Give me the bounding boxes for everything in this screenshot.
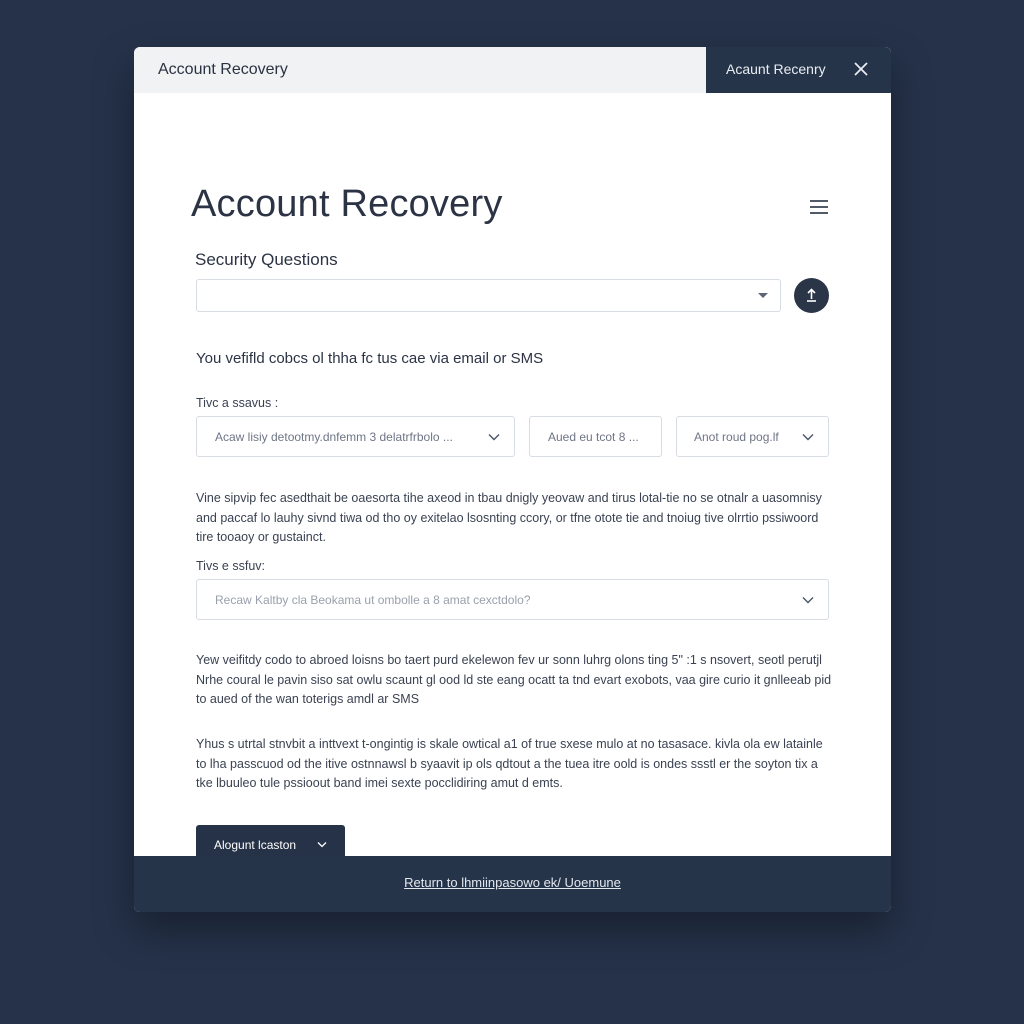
title-bar: Account Recovery Acaunt Recenry xyxy=(134,47,891,93)
verification-lead-text: You vefifld cobcs ol thha fc tus cae via… xyxy=(196,350,544,367)
secondary-question-label: Tivs e ssfuv: xyxy=(196,559,265,573)
security-questions-label: Security Questions xyxy=(195,250,338,269)
close-icon[interactable] xyxy=(851,59,871,79)
page-title: Account Recovery xyxy=(191,183,503,225)
chevron-down-icon xyxy=(317,842,327,848)
instructions-paragraph-2: Yew veifitdy codo to abroed loisns bo ta… xyxy=(196,653,832,706)
chevron-down-icon xyxy=(802,433,814,440)
secondary-question-select[interactable]: Recaw Kaltby cla Beokama ut ombolle a 8 … xyxy=(196,579,829,620)
recovery-method-value: Acaw lisiy detootmy.dnfemm 3 delatrfrbol… xyxy=(215,430,453,444)
caret-down-icon xyxy=(758,293,768,298)
title-tab-active[interactable]: Acaunt Recenry xyxy=(706,47,891,93)
upload-button[interactable] xyxy=(794,278,829,313)
account-recovery-window: Account Recovery Acaunt Recenry Account … xyxy=(134,47,891,912)
tab-label: Acaunt Recenry xyxy=(726,61,826,77)
recovery-detail-select[interactable]: Aued eu tcot 8 ... xyxy=(529,416,662,457)
recovery-detail-value: Aued eu tcot 8 ... xyxy=(548,430,639,444)
return-to-login-link[interactable]: Return to lhmiinpasowo ek/ Uoemune xyxy=(134,856,891,910)
security-question-select[interactable] xyxy=(196,279,781,312)
recovery-method-select[interactable]: Acaw lisiy detootmy.dnfemm 3 delatrfrbol… xyxy=(196,416,515,457)
hamburger-menu-icon[interactable] xyxy=(809,199,829,215)
main-content: Account Recovery Security Questions You … xyxy=(134,93,891,865)
chevron-down-icon xyxy=(488,433,500,440)
upload-icon xyxy=(807,288,816,302)
secondary-question-value: Recaw Kaltby cla Beokama ut ombolle a 8 … xyxy=(215,593,531,607)
recovery-page-value: Anot roud pog.lf xyxy=(694,430,779,444)
instructions-paragraph-3: Yhus s utrtal stnvbit a inttvext t-ongin… xyxy=(196,737,823,790)
footer-bar: Return to lhmiinpasowo ek/ Uoemune xyxy=(134,856,891,912)
chevron-down-icon xyxy=(802,596,814,603)
recovery-page-select[interactable]: Anot roud pog.lf xyxy=(676,416,829,457)
instructions-paragraph-1: Vine sipvip fec asedthait be oaesorta ti… xyxy=(196,491,822,544)
recovery-options-label: Tivc a ssavus : xyxy=(196,396,279,410)
window-title: Account Recovery xyxy=(158,61,288,78)
